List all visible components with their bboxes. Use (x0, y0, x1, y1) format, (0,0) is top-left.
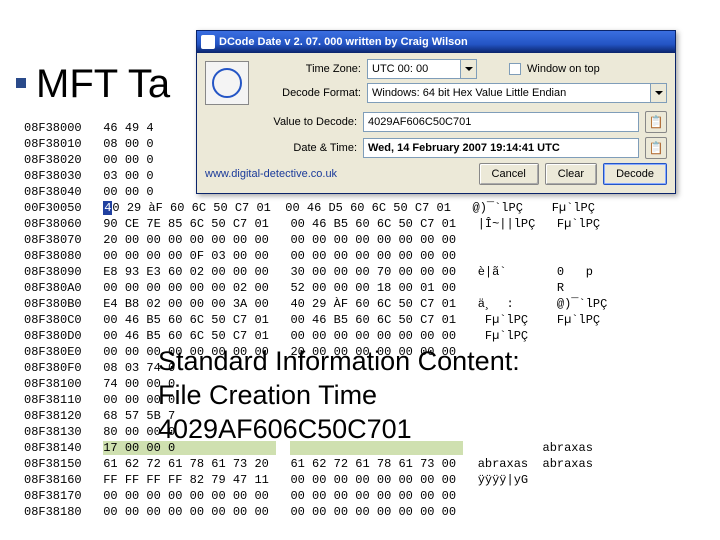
datetime-value: Wed, 14 February 2007 19:14:41 UTC (368, 142, 560, 154)
chevron-down-icon[interactable] (650, 84, 666, 102)
copy-datetime-button[interactable]: 📋 (645, 137, 667, 159)
value-to-decode-input[interactable]: 4029AF606C50C701 (363, 112, 639, 132)
format-combo[interactable]: Windows: 64 bit Hex Value Little Endian (367, 83, 667, 103)
timezone-value: UTC 00: 00 (372, 63, 428, 75)
chevron-down-icon[interactable] (460, 60, 476, 78)
titlebar[interactable]: DCode Date v 2. 07. 000 written by Craig… (197, 31, 675, 53)
clear-button[interactable]: Clear (545, 163, 597, 185)
label-value: Value to Decode: (205, 116, 357, 128)
window-body: Time Zone: UTC 00: 00 Window on top Deco… (197, 53, 675, 193)
title-bullet (16, 78, 26, 88)
dcode-window: DCode Date v 2. 07. 000 written by Craig… (196, 30, 676, 194)
copy-value-button[interactable]: 📋 (645, 111, 667, 133)
annotation-text: Standard Information Content: File Creat… (158, 344, 520, 446)
cancel-button[interactable]: Cancel (479, 163, 539, 185)
vendor-url[interactable]: www.digital-detective.co.uk (205, 168, 337, 180)
label-datetime: Date & Time: (205, 142, 357, 154)
annotation-line-2: File Creation Time (158, 378, 520, 412)
annotation-line-1: Standard Information Content: (158, 344, 520, 378)
annotation-line-3: 4029AF606C50C701 (158, 412, 520, 446)
window-title: DCode Date v 2. 07. 000 written by Craig… (219, 36, 468, 48)
slide-title: MFT Ta (36, 62, 170, 107)
window-on-top-checkbox[interactable] (509, 63, 521, 75)
app-titlebar-icon (201, 35, 215, 49)
app-icon (205, 61, 249, 105)
format-value: Windows: 64 bit Hex Value Little Endian (372, 87, 566, 99)
decode-button[interactable]: Decode (603, 163, 667, 185)
label-timezone: Time Zone: (261, 63, 361, 75)
label-format: Decode Format: (261, 87, 361, 99)
value-to-decode-text: 4029AF606C50C701 (368, 116, 471, 128)
timezone-combo[interactable]: UTC 00: 00 (367, 59, 477, 79)
datetime-output[interactable]: Wed, 14 February 2007 19:14:41 UTC (363, 138, 639, 158)
label-ontop: Window on top (527, 63, 600, 75)
